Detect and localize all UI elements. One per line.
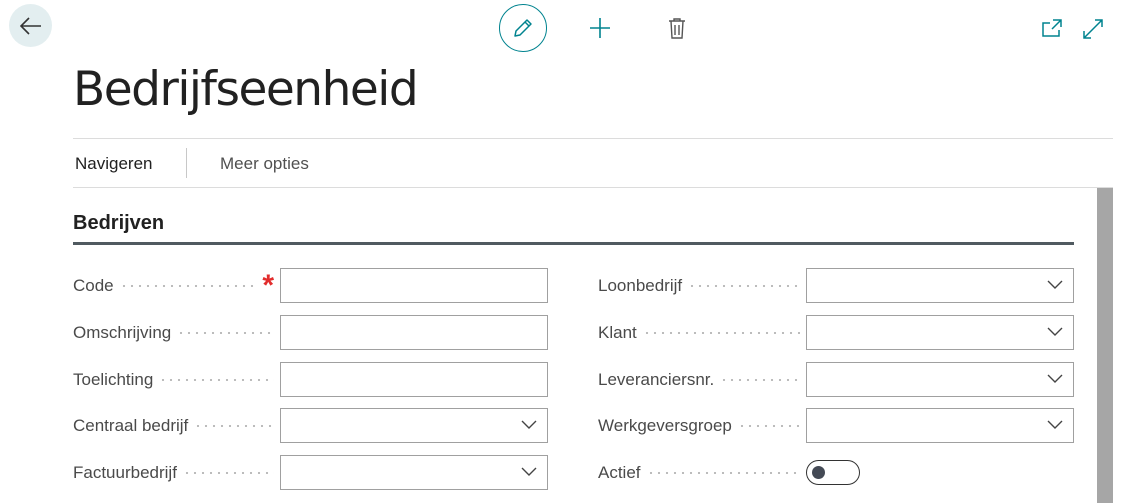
chevron-down-icon [1047,280,1063,289]
section-title[interactable]: Bedrijven [73,212,164,235]
chevron-down-icon [1047,374,1063,383]
field-code: Code * [73,268,548,303]
section-underline [73,242,1074,245]
chevron-down-icon [521,467,537,476]
leader-dots [182,471,274,474]
leader-dots [194,424,274,427]
leader-dots [159,378,274,381]
leader-dots [646,471,800,474]
divider [73,187,1113,188]
leveranciersnr-select[interactable] [806,362,1074,397]
field-loonbedrijf: Loonbedrijf [598,268,1074,303]
field-omschrijving: Omschrijving [73,315,548,350]
field-centraal-bedrijf: Centraal bedrijf [73,408,548,443]
toggle-knob [812,466,825,479]
divider [73,138,1113,139]
centraal-bedrijf-select[interactable] [280,408,548,443]
navigate-menu[interactable]: Navigeren [75,154,153,174]
factuurbedrijf-select[interactable] [280,455,548,490]
leader-dots [688,284,800,287]
back-button[interactable] [9,4,52,47]
leader-dots [642,331,800,334]
werkgeversgroep-select[interactable] [806,408,1074,443]
leader-dots [119,284,255,287]
expand-button[interactable] [1080,16,1106,42]
leader-dots [177,331,274,334]
field-label: Loonbedrijf [598,275,683,295]
klant-select[interactable] [806,315,1074,350]
field-klant: Klant [598,315,1074,350]
more-options-menu[interactable]: Meer opties [220,154,309,174]
page-title: Bedrijfseenheid [73,62,419,117]
open-in-new-window-button[interactable] [1040,16,1064,40]
required-asterisk-icon: * [262,268,274,302]
omschrijving-input[interactable] [280,315,548,350]
field-actief: Actief [598,455,860,490]
vertical-scrollbar[interactable] [1097,188,1113,503]
field-label: Leveranciersnr. [598,369,715,389]
field-factuurbedrijf: Factuurbedrijf [73,455,548,490]
chevron-down-icon [1047,420,1063,429]
field-label: Actief [598,462,641,482]
field-label: Factuurbedrijf [73,462,177,482]
plus-icon [590,18,610,38]
field-werkgeversgroep: Werkgeversgroep [598,408,1074,443]
toelichting-input[interactable] [280,362,548,397]
action-separator [186,148,187,178]
field-label: Toelichting [73,369,154,389]
field-toelichting: Toelichting [73,362,548,397]
edit-button[interactable] [499,4,547,52]
delete-button[interactable] [665,15,689,41]
code-input[interactable] [280,268,548,303]
trash-icon [669,18,685,39]
chevron-down-icon [521,420,537,429]
leader-dots [720,378,800,381]
field-label: Werkgeversgroep [598,415,732,435]
expand-icon [1083,19,1103,39]
leader-dots [737,424,800,427]
field-label: Klant [598,322,637,342]
open-in-new-window-icon [1042,19,1062,37]
pencil-icon [514,19,532,37]
field-label: Centraal bedrijf [73,415,189,435]
field-label: Omschrijving [73,322,172,342]
back-arrow-icon [19,16,41,35]
field-label: Code [73,275,114,295]
field-leveranciersnr: Leveranciersnr. [598,362,1074,397]
new-button[interactable] [587,15,613,41]
chevron-down-icon [1047,327,1063,336]
actief-toggle[interactable] [806,460,860,485]
loonbedrijf-select[interactable] [806,268,1074,303]
